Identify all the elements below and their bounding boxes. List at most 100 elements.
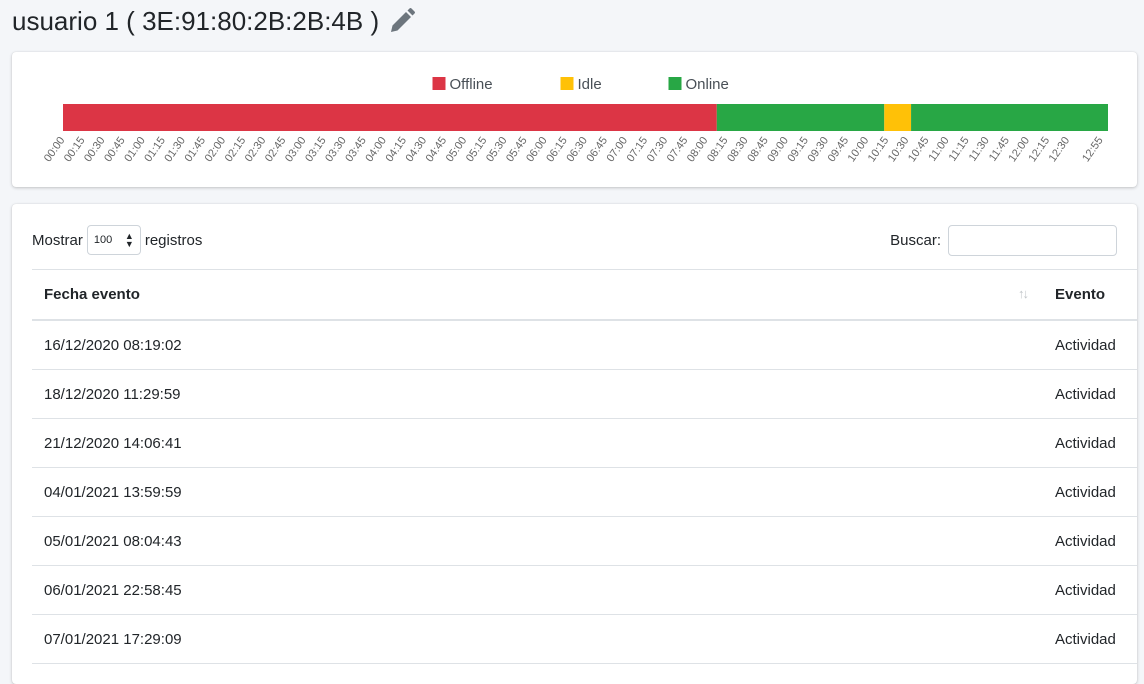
table-row: 04/01/2021 13:59:59 Actividad: [32, 467, 1137, 517]
x-tick-label: 04:30: [404, 135, 430, 164]
cell-evento: Actividad: [1043, 614, 1137, 664]
x-tick-label: 10:15: [866, 135, 892, 164]
cell-fecha-evento: 05/01/2021 08:04:43: [32, 516, 1043, 566]
x-tick-label: 03:45: [343, 135, 369, 164]
x-tick-label: 02:15: [223, 135, 249, 164]
x-tick-label: 04:15: [383, 135, 409, 164]
cell-fecha-evento: 16/12/2020 08:19:02: [32, 320, 1043, 370]
x-tick-label: 07:30: [645, 135, 671, 164]
x-tick-label: 12:55: [1080, 135, 1106, 164]
legend-swatch-offline: [432, 77, 446, 90]
x-tick-label: 00:30: [82, 135, 108, 164]
legend-swatch-idle: [560, 77, 574, 90]
cell-evento: Actividad: [1043, 369, 1137, 419]
pencil-icon[interactable]: [387, 6, 417, 36]
x-tick-label: 08:15: [705, 135, 731, 164]
activity-timeline-card: Offline Idle Online 00:00 00:15 00:30 00:45 01:…: [12, 52, 1137, 187]
x-tick-label: 06:30: [564, 135, 590, 164]
cell-fecha-evento: 21/12/2020 14:06:41: [32, 418, 1043, 468]
x-tick-label: 11:15: [947, 135, 972, 164]
x-tick-label: 05:15: [464, 135, 490, 164]
page-size-select[interactable]: 100 ▲ ▼: [86, 225, 141, 255]
column-header-evento[interactable]: Evento: [1043, 269, 1137, 321]
search-label: Buscar:: [890, 231, 941, 249]
table-row: 16/12/2020 08:19:02 Actividad: [32, 320, 1137, 370]
x-tick-label: 00:15: [62, 135, 88, 164]
sort-caret-icon: ▲ ▼: [124, 231, 134, 249]
x-tick-label: 09:15: [785, 135, 811, 164]
table-header-row: Fecha evento ↑↓ Evento: [32, 269, 1137, 321]
legend-swatch-online: [668, 77, 682, 90]
timeline-segment-idle: [884, 104, 912, 131]
x-tick-label: 05:30: [484, 135, 510, 164]
x-tick-label: 10:00: [846, 135, 872, 164]
x-tick-label: 11:30: [967, 135, 992, 164]
x-tick-label: 10:45: [906, 135, 932, 164]
x-tick-label: 02:30: [243, 135, 269, 164]
table-row: 21/12/2020 14:06:41 Actividad: [32, 418, 1137, 468]
events-table: Fecha evento ↑↓ Evento 16/12/2020 08:19:…: [32, 269, 1137, 664]
x-tick-label: 01:15: [142, 135, 168, 164]
timeline-segment-online: [716, 104, 885, 131]
x-tick-label: 12:30: [1047, 135, 1073, 164]
cell-evento: Actividad: [1043, 467, 1137, 517]
x-tick-label: 07:45: [665, 135, 691, 164]
x-tick-label: 08:00: [685, 135, 711, 164]
column-header-label: Fecha evento: [44, 286, 140, 303]
table-row: 07/01/2021 17:29:09 Actividad: [32, 614, 1137, 664]
x-tick-label: 01:45: [183, 135, 209, 164]
page-size-value: 100: [93, 234, 113, 246]
cell-fecha-evento: 07/01/2021 17:29:09: [32, 614, 1043, 664]
x-tick-label: 02:00: [203, 135, 229, 164]
x-tick-label: 11:00: [927, 135, 952, 164]
x-tick-label: 03:15: [303, 135, 329, 164]
cell-fecha-evento: 06/01/2021 22:58:45: [32, 565, 1043, 615]
table-controls: Mostrar 100 ▲ ▼ registros Buscar:: [32, 224, 1117, 258]
x-tick-label: 03:00: [283, 135, 309, 164]
x-tick-label: 05:45: [504, 135, 530, 164]
page-header: usuario 1 ( 3E:91:80:2B:2B:4B ): [12, 4, 417, 38]
show-label: Mostrar: [32, 231, 83, 249]
cell-evento: Actividad: [1043, 516, 1137, 566]
cell-evento: Actividad: [1043, 320, 1137, 370]
x-tick-label: 09:00: [765, 135, 791, 164]
cell-evento: Actividad: [1043, 418, 1137, 468]
legend-label-online: Online: [686, 76, 729, 93]
x-tick-label: 06:00: [524, 135, 550, 164]
x-tick-label: 06:15: [544, 135, 570, 164]
x-tick-label: 08:45: [745, 135, 771, 164]
x-tick-label: 07:00: [605, 135, 631, 164]
page-title: usuario 1 ( 3E:91:80:2B:2B:4B ): [12, 5, 380, 36]
legend-label-idle: Idle: [578, 76, 602, 93]
x-tick-label: 09:45: [826, 135, 852, 164]
legend-label-offline: Offline: [450, 76, 493, 93]
cell-evento: Actividad: [1043, 565, 1137, 615]
activity-timeline-chart: Offline Idle Online00:0000:1500:3000:4501:…: [42, 76, 1108, 164]
x-tick-label: 09:30: [805, 135, 831, 164]
x-tick-label: 10:30: [886, 135, 912, 164]
search-input[interactable]: [948, 224, 1117, 256]
x-tick-label: 02:45: [263, 135, 289, 164]
x-tick-label: 05:00: [444, 135, 470, 164]
timeline-segment-online: [911, 104, 1108, 131]
x-tick-label: 01:30: [162, 135, 188, 164]
x-tick-label: 06:45: [584, 135, 610, 164]
x-tick-label: 08:30: [725, 135, 751, 164]
table-row: 18/12/2020 11:29:59 Actividad: [32, 369, 1137, 419]
page-length-control: Mostrar 100 ▲ ▼ registros: [32, 224, 202, 256]
timeline-segment-offline: [63, 104, 717, 131]
column-header-label: Evento: [1055, 286, 1106, 303]
x-tick-label: 01:00: [122, 135, 148, 164]
x-tick-label: 00:45: [102, 135, 128, 164]
table-row: 05/01/2021 08:04:43 Actividad: [32, 516, 1137, 566]
x-tick-label: 07:15: [625, 135, 651, 164]
search-control: Buscar:: [890, 224, 1117, 256]
table-row: 06/01/2021 22:58:45 Actividad: [32, 565, 1137, 615]
x-tick-label: 03:30: [323, 135, 349, 164]
records-label: registros: [144, 231, 203, 249]
x-tick-label: 04:45: [424, 135, 450, 164]
sort-icon[interactable]: ↑↓: [1018, 286, 1029, 301]
x-tick-label: 12:00: [1006, 135, 1032, 164]
x-tick-label: 00:00: [42, 135, 68, 164]
column-header-fecha-evento[interactable]: Fecha evento ↑↓: [32, 269, 1043, 321]
